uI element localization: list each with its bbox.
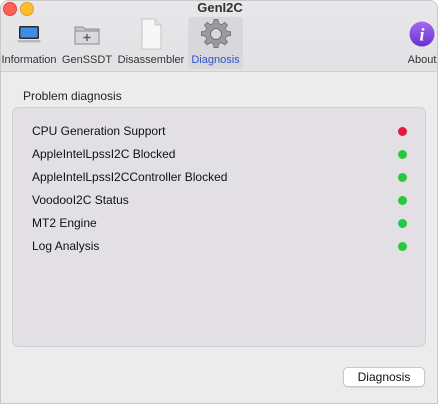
check-row-lpssi2c-controller: AppleIntelLpssI2CController Blocked bbox=[32, 168, 407, 186]
check-row-lpssi2c: AppleIntelLpssI2C Blocked bbox=[32, 145, 407, 163]
document-icon bbox=[138, 18, 164, 53]
check-name: CPU Generation Support bbox=[32, 124, 166, 138]
toolbar-item-disassembler[interactable]: Disassembler bbox=[115, 17, 187, 69]
app-window: GenI2C Information GenSSDT Disassembler … bbox=[0, 0, 438, 404]
toolbar-item-information[interactable]: Information bbox=[1, 17, 57, 69]
check-row-cpu-generation: CPU Generation Support bbox=[32, 122, 407, 140]
status-fail-indicator bbox=[398, 127, 407, 136]
check-row-log-analysis: Log Analysis bbox=[32, 237, 407, 255]
titlebar: GenI2C Information GenSSDT Disassembler … bbox=[1, 0, 437, 72]
toolbar-label-about: About bbox=[407, 54, 437, 66]
check-row-mt2-engine: MT2 Engine bbox=[32, 214, 407, 232]
diagnosis-panel: CPU Generation Support AppleIntelLpssI2C… bbox=[12, 107, 426, 347]
toolbar-label-information: Information bbox=[1, 54, 57, 66]
window-title: GenI2C bbox=[197, 0, 243, 15]
diagnosis-button[interactable]: Diagnosis bbox=[343, 367, 425, 387]
check-name: MT2 Engine bbox=[32, 216, 97, 230]
toolbar-label-diagnosis: Diagnosis bbox=[191, 54, 240, 66]
toolbar-item-genssdt[interactable]: GenSSDT bbox=[61, 17, 113, 69]
gear-icon bbox=[200, 19, 231, 52]
toolbar-item-diagnosis[interactable]: Diagnosis bbox=[188, 17, 243, 69]
check-name: VoodooI2C Status bbox=[32, 193, 129, 207]
toolbar-item-about[interactable]: i About bbox=[405, 17, 437, 69]
svg-text:i: i bbox=[419, 25, 424, 45]
toolbar-label-genssdt: GenSSDT bbox=[61, 54, 113, 66]
folder-plus-icon bbox=[72, 21, 102, 50]
status-ok-indicator bbox=[398, 219, 407, 228]
status-ok-indicator bbox=[398, 242, 407, 251]
laptop-icon bbox=[15, 21, 43, 50]
check-row-voodooi2c: VoodooI2C Status bbox=[32, 191, 407, 209]
status-ok-indicator bbox=[398, 150, 407, 159]
check-name: AppleIntelLpssI2CController Blocked bbox=[32, 170, 228, 184]
status-ok-indicator bbox=[398, 173, 407, 182]
toolbar-label-disassembler: Disassembler bbox=[117, 54, 185, 66]
check-name: AppleIntelLpssI2C Blocked bbox=[32, 147, 176, 161]
check-name: Log Analysis bbox=[32, 239, 100, 253]
section-label: Problem diagnosis bbox=[23, 89, 122, 103]
info-icon: i bbox=[408, 21, 436, 51]
status-ok-indicator bbox=[398, 196, 407, 205]
